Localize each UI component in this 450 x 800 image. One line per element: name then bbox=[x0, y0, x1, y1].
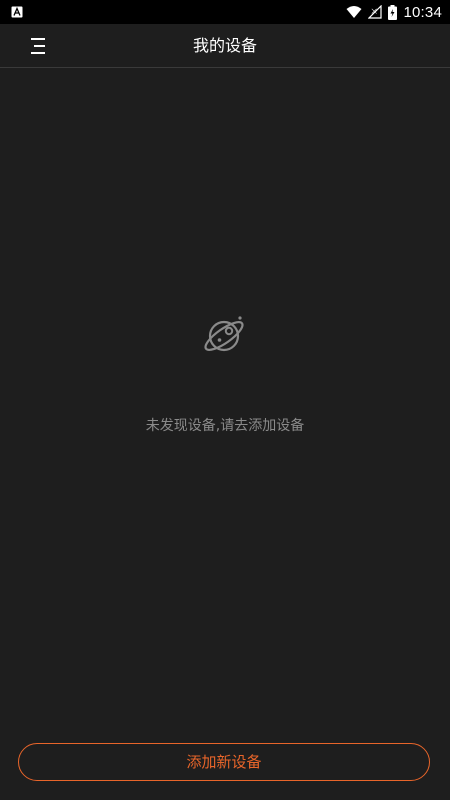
a-notification-icon bbox=[11, 6, 23, 18]
wifi-icon bbox=[346, 6, 362, 18]
add-device-button[interactable]: 添加新设备 bbox=[18, 743, 430, 781]
battery-charging-icon bbox=[388, 4, 398, 20]
empty-state: 未发现设备,请去添加设备 bbox=[0, 310, 450, 435]
signal-icon bbox=[368, 5, 383, 19]
empty-message: 未发现设备,请去添加设备 bbox=[145, 418, 305, 434]
app-header: 我的设备 bbox=[0, 24, 450, 68]
planet-icon bbox=[204, 316, 244, 352]
status-time: 10:34 bbox=[403, 3, 442, 21]
page-title: 我的设备 bbox=[192, 36, 257, 55]
screen: 10:34 我的设备 未发现设备,请去添加设备 添加新设备 bbox=[0, 0, 450, 800]
status-icons: 10:34 bbox=[346, 0, 442, 24]
status-bar: 10:34 bbox=[0, 0, 450, 24]
